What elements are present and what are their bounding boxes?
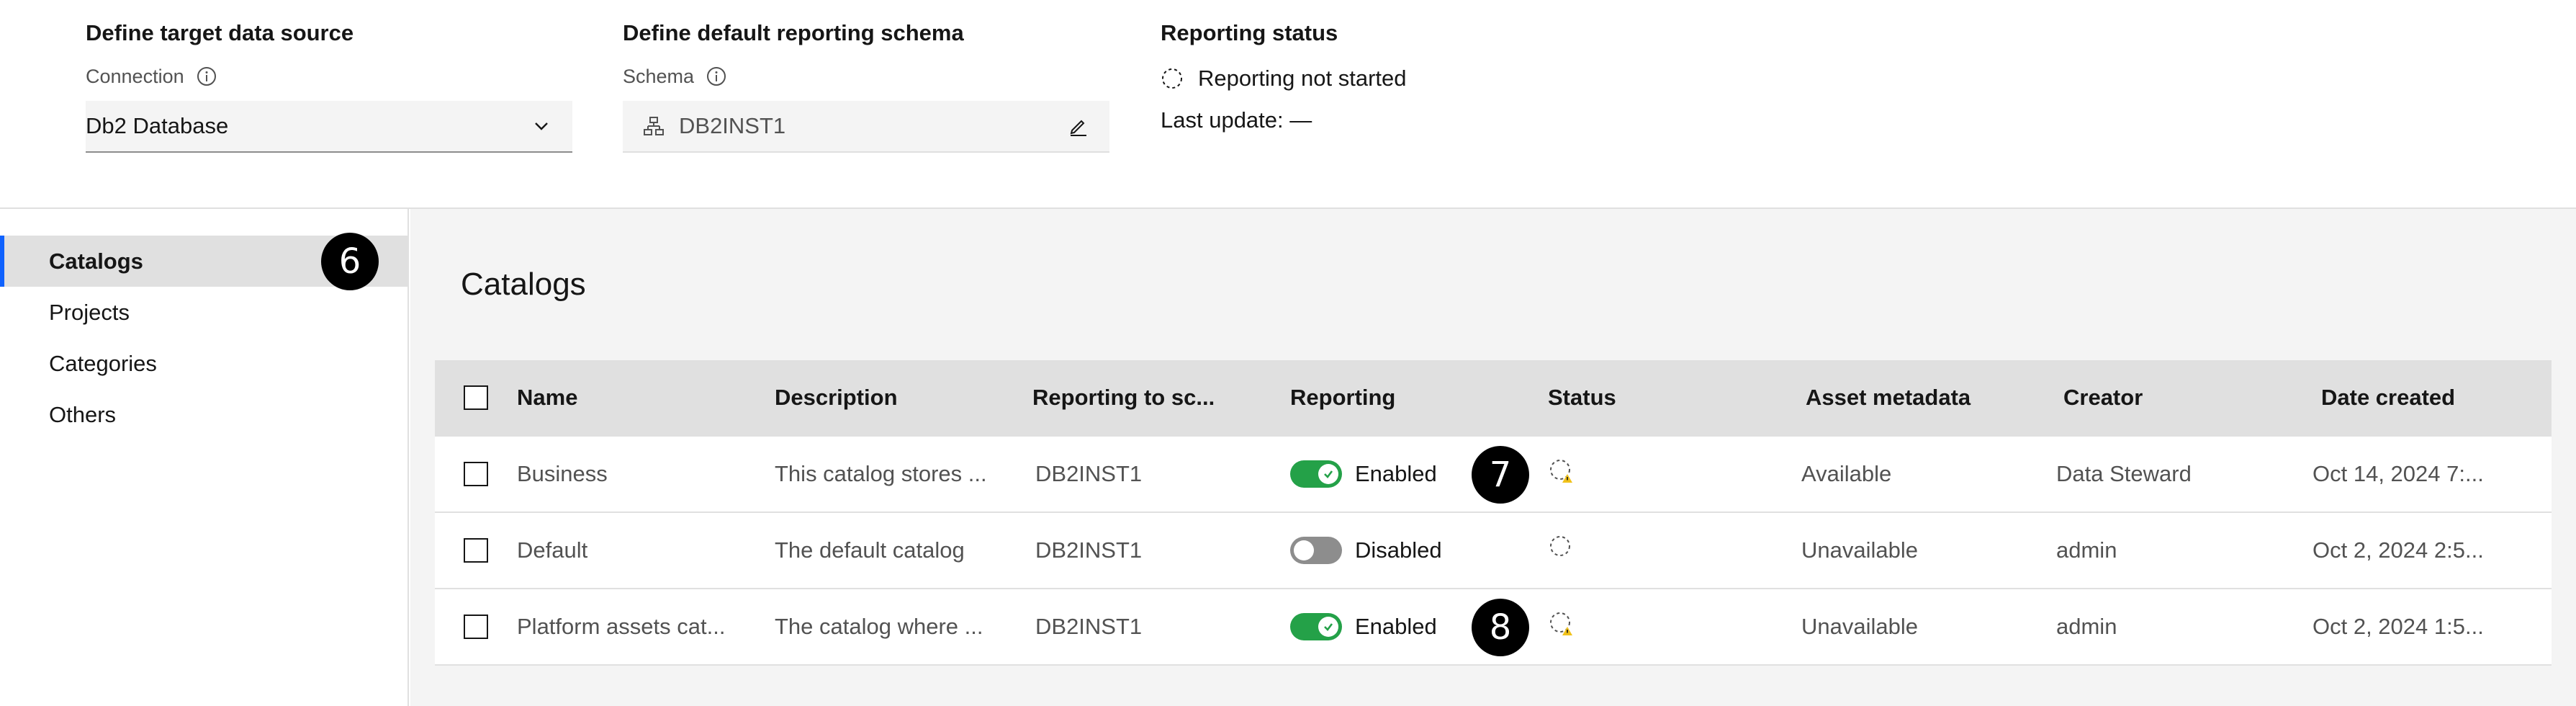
info-icon[interactable] (196, 66, 217, 87)
row-select-cell (435, 538, 517, 563)
row-date-created: Oct 2, 2024 2:5... (2312, 537, 2484, 563)
column-header-status[interactable]: Status (1548, 385, 1806, 411)
column-header-name[interactable]: Name (517, 385, 775, 411)
row-checkbox[interactable] (464, 615, 488, 639)
edit-icon[interactable] (1068, 115, 1089, 137)
reporting-toggle-label: Enabled (1355, 614, 1437, 639)
row-schema: DB2INST1 (1035, 537, 1143, 563)
column-header-reporting[interactable]: Reporting (1290, 385, 1548, 411)
row-name[interactable]: Business (517, 461, 775, 487)
column-header-description[interactable]: Description (775, 385, 1032, 411)
row-name[interactable]: Platform assets cat... (517, 614, 775, 640)
row-creator: admin (2056, 537, 2117, 563)
reporting-toggle[interactable] (1290, 537, 1342, 564)
callout-badge-6: 6 (321, 233, 379, 290)
chevron-down-icon (531, 115, 552, 137)
config-header: Define target data source Connection Db2… (0, 0, 2576, 209)
table-row[interactable]: Default The default catalog DB2INST1 Dis… (435, 513, 2552, 589)
sidebar-item-catalogs[interactable]: Catalogs 6 (0, 233, 407, 290)
schema-section-title: Define default reporting schema (623, 20, 964, 45)
not-started-icon (1161, 67, 1184, 90)
reporting-status-line: Reporting not started (1161, 63, 1407, 94)
reporting-toggle-label: Enabled (1355, 461, 1437, 486)
target-data-source-section: Define target data source Connection Db2… (86, 19, 572, 153)
row-select-cell (435, 462, 517, 486)
schema-tree-icon (643, 115, 665, 137)
sidebar-item-label: Projects (49, 299, 130, 325)
connection-label-row: Connection (86, 63, 572, 89)
row-name[interactable]: Default (517, 537, 775, 563)
row-asset-metadata: Unavailable (1801, 614, 1918, 639)
row-description: The default catalog (775, 537, 965, 563)
reporting-status-title: Reporting status (1161, 20, 1338, 45)
row-select-cell (435, 615, 517, 639)
row-status (1548, 457, 1806, 491)
column-header-date-created[interactable]: Date created (2321, 385, 2576, 411)
row-date-created: Oct 2, 2024 1:5... (2312, 614, 2484, 639)
reporting-schema-section: Define default reporting schema Schema D… (623, 19, 1109, 153)
connection-label: Connection (86, 65, 184, 87)
info-icon[interactable] (706, 66, 727, 87)
row-date-created: Oct 14, 2024 7:... (2312, 461, 2484, 486)
row-status (1548, 610, 1806, 643)
sidebar-item-categories[interactable]: Categories (0, 338, 407, 389)
reporting-toggle[interactable] (1290, 613, 1342, 640)
sidebar: Catalogs 6 Projects Categories Others (0, 209, 409, 706)
pending-warning-icon (1548, 457, 1575, 485)
check-icon (1318, 617, 1338, 637)
row-checkbox[interactable] (464, 538, 488, 563)
row-creator: admin (2056, 614, 2117, 639)
schema-value: DB2INST1 (679, 113, 786, 138)
main-content: Catalogs Name Description Reporting to s… (410, 209, 2576, 706)
row-asset-metadata: Available (1801, 461, 1892, 486)
reporting-status-section: Reporting status Reporting not started L… (1161, 19, 1407, 135)
toggle-knob (1294, 540, 1314, 560)
row-description: This catalog stores ... (775, 461, 987, 486)
check-icon (1318, 464, 1338, 484)
row-status (1548, 534, 1806, 567)
table-row[interactable]: Platform assets cat... The catalog where… (435, 589, 2552, 666)
select-all-checkbox[interactable] (464, 385, 488, 410)
column-header-creator[interactable]: Creator (2063, 385, 2321, 411)
table-header-row: Name Description Reporting to sc... Repo… (435, 360, 2552, 437)
select-all-cell (435, 385, 517, 410)
target-section-title: Define target data source (86, 20, 354, 45)
sidebar-item-projects[interactable]: Projects (0, 287, 407, 338)
reporting-status-text: Reporting not started (1198, 66, 1407, 91)
sidebar-item-label: Categories (49, 350, 157, 376)
row-schema: DB2INST1 (1035, 614, 1143, 639)
row-creator: Data Steward (2056, 461, 2192, 486)
schema-label-row: Schema (623, 63, 1109, 89)
column-header-reporting-to[interactable]: Reporting to sc... (1032, 385, 1290, 411)
row-checkbox[interactable] (464, 462, 488, 486)
schema-field: DB2INST1 (623, 101, 1109, 153)
row-schema: DB2INST1 (1035, 461, 1143, 486)
connection-select[interactable]: Db2 Database (86, 101, 572, 153)
page-title: Catalogs (461, 267, 586, 302)
column-header-asset-metadata[interactable]: Asset metadata (1806, 385, 2063, 411)
reporting-toggle[interactable] (1290, 460, 1342, 488)
callout-badge-8: 8 (1472, 599, 1529, 656)
reporting-toggle-label: Disabled (1355, 537, 1442, 563)
connection-value: Db2 Database (86, 113, 229, 138)
schema-label: Schema (623, 65, 695, 87)
sidebar-item-label: Catalogs (49, 248, 143, 274)
sidebar-item-others[interactable]: Others (0, 389, 407, 440)
pending-warning-icon (1548, 610, 1575, 638)
row-asset-metadata: Unavailable (1801, 537, 1918, 563)
catalogs-table: Name Description Reporting to sc... Repo… (435, 360, 2552, 666)
last-update-text: Last update: — (1161, 107, 1312, 133)
row-reporting: Disabled (1290, 537, 1548, 564)
sidebar-item-label: Others (49, 401, 117, 427)
pending-icon (1548, 534, 1575, 561)
table-row[interactable]: Business This catalog stores ... DB2INST… (435, 437, 2552, 513)
callout-badge-7: 7 (1472, 446, 1529, 504)
row-description: The catalog where ... (775, 614, 983, 639)
